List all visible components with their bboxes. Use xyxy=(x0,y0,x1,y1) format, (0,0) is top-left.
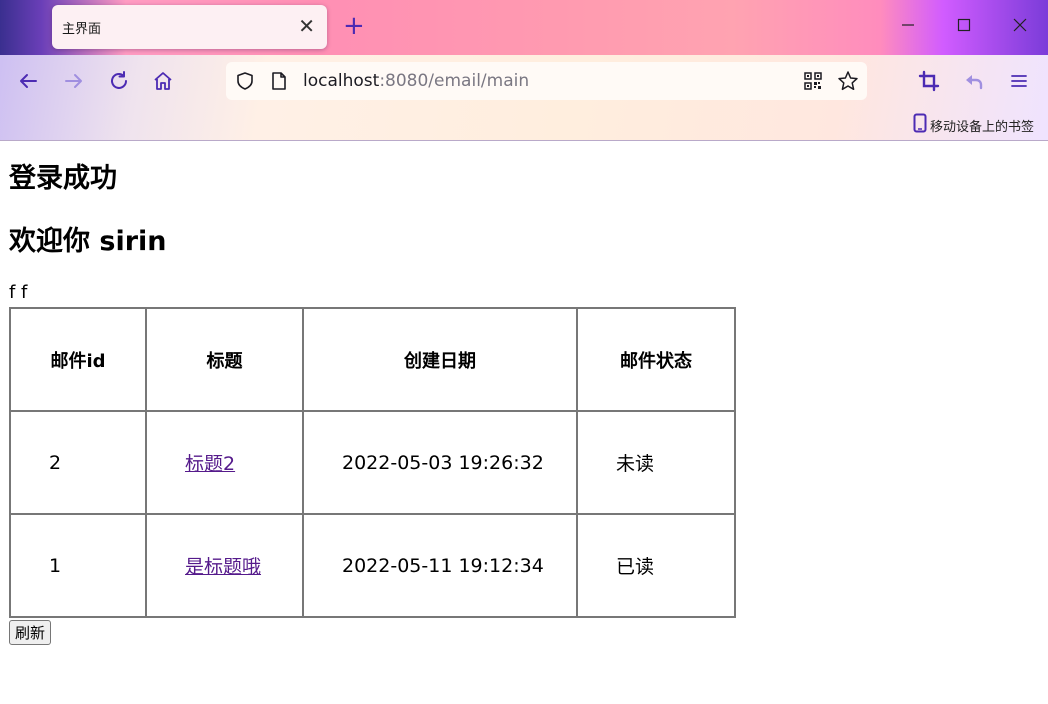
cell-title: 是标题哦 xyxy=(146,514,303,617)
header-title: 标题 xyxy=(146,308,303,411)
reload-icon[interactable] xyxy=(105,67,133,95)
cell-title: 标题2 xyxy=(146,411,303,514)
home-icon[interactable] xyxy=(149,67,177,95)
header-email-id: 邮件id xyxy=(10,308,146,411)
url-text[interactable]: localhost:8080/email/main xyxy=(303,71,529,91)
tab-main[interactable]: 主界面 ✕ xyxy=(52,5,327,49)
forward-arrow-icon[interactable] xyxy=(60,67,88,95)
url-path: :8080/email/main xyxy=(379,71,530,91)
bookmark-star-icon[interactable] xyxy=(837,70,859,96)
minimize-button[interactable] xyxy=(893,14,923,40)
cell-status: 已读 xyxy=(577,514,735,617)
screenshot-crop-icon[interactable] xyxy=(915,67,943,95)
url-host: localhost xyxy=(303,71,380,91)
navigation-bar: localhost:8080/email/main xyxy=(0,55,1048,107)
welcome-heading: 欢迎你 sirin xyxy=(9,226,167,257)
maximize-button[interactable] xyxy=(949,14,979,40)
table-row: 1 是标题哦 2022-05-11 19:12:34 已读 xyxy=(10,514,735,617)
address-bar[interactable]: localhost:8080/email/main xyxy=(226,62,867,100)
mobile-device-icon xyxy=(913,113,927,137)
page-info-icon[interactable] xyxy=(270,71,288,95)
cell-created-date: 2022-05-03 19:26:32 xyxy=(303,411,577,514)
header-email-status: 邮件状态 xyxy=(577,308,735,411)
tab-title: 主界面 xyxy=(62,22,102,37)
table-row: 2 标题2 2022-05-03 19:26:32 未读 xyxy=(10,411,735,514)
cell-email-id: 2 xyxy=(10,411,146,514)
email-title-link[interactable]: 标题2 xyxy=(185,453,235,475)
page-content: 登录成功 欢迎你 sirin f f 邮件id 标题 创建日期 邮件状态 2 标… xyxy=(0,141,1048,704)
menu-icon[interactable] xyxy=(1005,67,1033,95)
new-tab-button[interactable]: + xyxy=(343,12,365,40)
mobile-bookmarks-link[interactable]: 移动设备上的书签 xyxy=(913,113,1034,137)
undo-icon[interactable] xyxy=(960,67,988,95)
cell-created-date: 2022-05-11 19:12:34 xyxy=(303,514,577,617)
refresh-button[interactable]: 刷新 xyxy=(9,620,52,645)
mobile-bookmarks-label: 移动设备上的书签 xyxy=(929,119,1034,135)
back-arrow-icon[interactable] xyxy=(14,67,42,95)
tab-close-icon[interactable]: ✕ xyxy=(298,14,315,38)
browser-chrome: 主界面 ✕ + localhost:8080/email/main 移动设备上的… xyxy=(0,0,1048,141)
qr-code-icon[interactable] xyxy=(803,71,823,95)
window-close-button[interactable] xyxy=(1005,14,1035,40)
cell-email-id: 1 xyxy=(10,514,146,617)
login-success-heading: 登录成功 xyxy=(9,163,117,194)
email-table: 邮件id 标题 创建日期 邮件状态 2 标题2 2022-05-03 19:26… xyxy=(9,307,736,618)
table-header-row: 邮件id 标题 创建日期 邮件状态 xyxy=(10,308,735,411)
header-created-date: 创建日期 xyxy=(303,308,577,411)
shield-icon[interactable] xyxy=(235,71,255,95)
cell-status: 未读 xyxy=(577,411,735,514)
ff-text: f f xyxy=(9,282,28,303)
bookmarks-toolbar: 移动设备上的书签 xyxy=(0,107,1048,140)
tab-strip: 主界面 ✕ + xyxy=(0,0,1048,55)
email-title-link[interactable]: 是标题哦 xyxy=(185,556,261,578)
